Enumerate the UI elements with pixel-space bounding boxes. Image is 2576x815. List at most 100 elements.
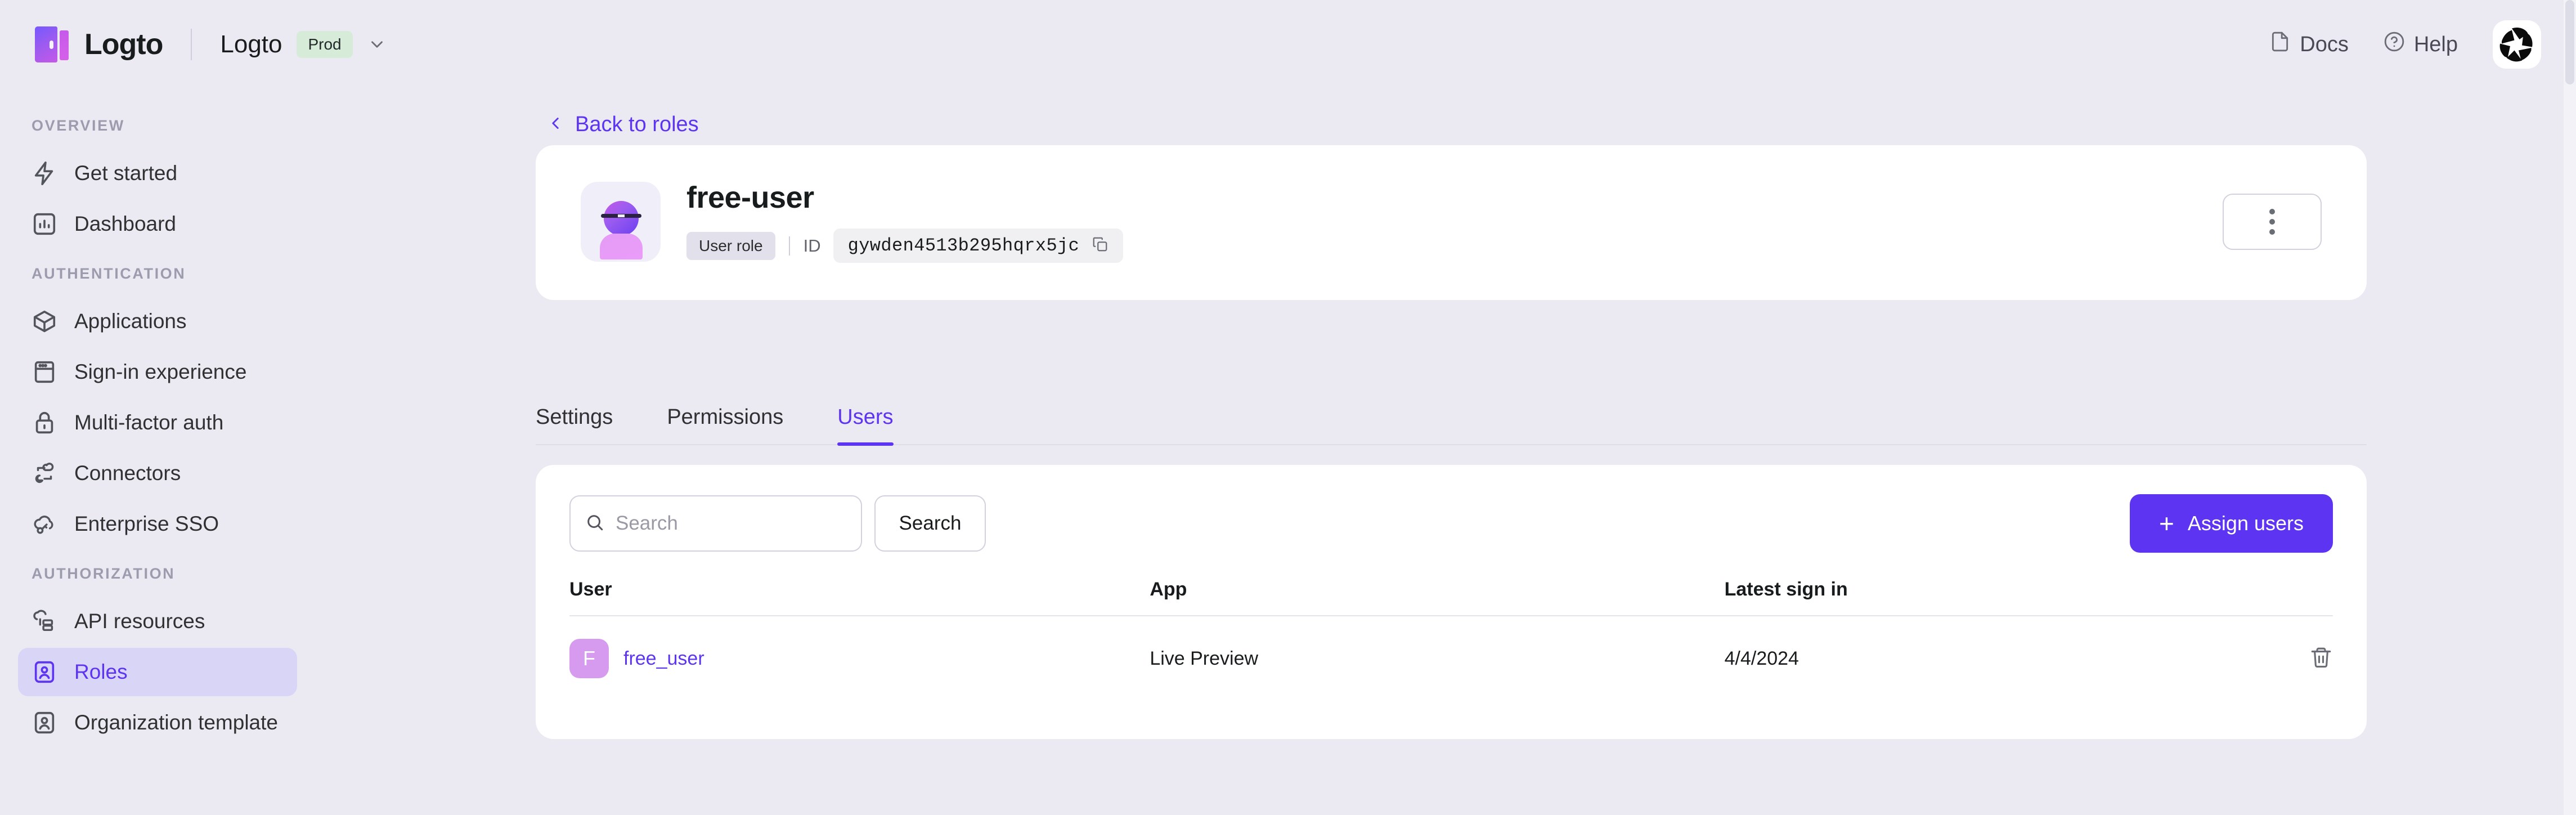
sidebar-item-enterprise-sso[interactable]: Enterprise SSO bbox=[18, 500, 297, 548]
sidebar-item-api-resources[interactable]: API resources bbox=[18, 597, 297, 646]
chevron-left-icon bbox=[546, 114, 565, 136]
aperture-icon bbox=[2497, 24, 2537, 65]
sidebar-item-organization-template[interactable]: Organization template bbox=[18, 698, 297, 747]
user-cell: F free_user bbox=[569, 639, 1150, 678]
sidebar-item-label: Get started bbox=[74, 162, 177, 185]
main-content: Back to roles free-user User role ID gyw… bbox=[315, 89, 2576, 815]
sidebar-item-label: Applications bbox=[74, 310, 187, 333]
assign-users-label: Assign users bbox=[2188, 512, 2304, 535]
tenant-selector[interactable]: Logto Prod bbox=[220, 30, 386, 59]
connectors-icon bbox=[32, 460, 57, 486]
sidebar-section-overview: OVERVIEW bbox=[0, 102, 315, 147]
tab-settings[interactable]: Settings bbox=[536, 400, 613, 444]
org-template-icon bbox=[32, 710, 57, 736]
table-header-row: User App Latest sign in bbox=[569, 579, 2333, 616]
cell-latest-sign-in: 4/4/2024 bbox=[1725, 616, 2232, 678]
dot bbox=[2269, 229, 2275, 235]
trash-icon bbox=[2309, 646, 2333, 671]
tenant-name: Logto bbox=[220, 30, 282, 59]
page-title: free-user bbox=[686, 180, 1123, 215]
user-avatar[interactable] bbox=[2493, 20, 2541, 69]
sidebar-item-label: Connectors bbox=[74, 462, 181, 485]
column-header-app: App bbox=[1150, 579, 1724, 616]
table-head: User App Latest sign in bbox=[569, 579, 2333, 616]
app-root: Logto Logto Prod Docs Help bbox=[0, 0, 2576, 815]
help-circle-icon bbox=[2384, 31, 2405, 58]
env-tag: Prod bbox=[297, 31, 352, 58]
cell-user: F free_user bbox=[569, 616, 1150, 678]
brand-name: Logto bbox=[84, 28, 163, 61]
meta-divider bbox=[789, 236, 790, 256]
sidebar-item-label: Multi-factor auth bbox=[74, 411, 223, 435]
table-row[interactable]: F free_user Live Preview 4/4/2024 bbox=[569, 616, 2333, 678]
more-actions-button[interactable] bbox=[2223, 194, 2322, 250]
bolt-icon bbox=[32, 160, 57, 186]
sidebar-item-multi-factor-auth[interactable]: Multi-factor auth bbox=[18, 398, 297, 447]
cube-icon bbox=[32, 308, 57, 334]
docs-link[interactable]: Docs bbox=[2269, 31, 2349, 58]
brand[interactable]: Logto bbox=[35, 25, 163, 64]
sidebar-item-label: API resources bbox=[74, 610, 205, 633]
help-link[interactable]: Help bbox=[2384, 31, 2458, 58]
sidebar-item-get-started[interactable]: Get started bbox=[18, 149, 297, 198]
window-icon bbox=[32, 359, 57, 385]
role-header-card: free-user User role ID gywden4513b295hqr… bbox=[536, 145, 2367, 300]
user-link[interactable]: free_user bbox=[623, 648, 704, 670]
back-to-roles-link[interactable]: Back to roles bbox=[315, 89, 2576, 137]
page-scrollbar[interactable] bbox=[2564, 0, 2576, 815]
copy-icon bbox=[1092, 236, 1109, 256]
sidebar-section-authentication: AUTHENTICATION bbox=[0, 250, 315, 295]
search-input[interactable] bbox=[616, 512, 846, 535]
api-resource-icon bbox=[32, 608, 57, 634]
id-label: ID bbox=[804, 236, 821, 256]
docs-label: Docs bbox=[2300, 33, 2349, 57]
table-toolbar: Search + Assign users bbox=[569, 494, 2333, 553]
sidebar-item-label: Organization template bbox=[74, 711, 278, 735]
search-box[interactable] bbox=[569, 495, 862, 552]
users-table: User App Latest sign in F free_user bbox=[569, 579, 2333, 678]
delete-row-button[interactable] bbox=[2309, 646, 2333, 671]
assign-users-button[interactable]: + Assign users bbox=[2130, 494, 2333, 553]
role-header-text: free-user User role ID gywden4513b295hqr… bbox=[686, 180, 1123, 263]
header-divider bbox=[191, 29, 192, 60]
back-link-label: Back to roles bbox=[575, 113, 699, 137]
sidebar-item-sign-in-experience[interactable]: Sign-in experience bbox=[18, 348, 297, 396]
avatar: F bbox=[569, 639, 609, 678]
chart-icon bbox=[32, 211, 57, 237]
sidebar-item-connectors[interactable]: Connectors bbox=[18, 449, 297, 498]
column-header-latest-sign-in: Latest sign in bbox=[1725, 579, 2232, 616]
column-header-user: User bbox=[569, 579, 1150, 616]
top-bar: Logto Logto Prod Docs Help bbox=[0, 0, 2576, 89]
tab-bar: Settings Permissions Users bbox=[536, 400, 2367, 445]
table-body: F free_user Live Preview 4/4/2024 bbox=[569, 616, 2333, 678]
dot bbox=[2269, 219, 2275, 225]
sidebar-item-label: Sign-in experience bbox=[74, 360, 246, 384]
sidebar-item-dashboard[interactable]: Dashboard bbox=[18, 200, 297, 248]
role-icon bbox=[32, 659, 57, 685]
plus-icon: + bbox=[2159, 511, 2174, 536]
users-table-card: Search + Assign users User App Latest si… bbox=[536, 465, 2367, 739]
lock-icon bbox=[32, 410, 57, 436]
chevron-down-icon bbox=[367, 35, 387, 54]
tab-users[interactable]: Users bbox=[837, 400, 893, 444]
role-avatar-icon bbox=[581, 182, 661, 262]
role-id-value: gywden4513b295hqrx5jc bbox=[848, 235, 1080, 256]
sidebar-item-label: Enterprise SSO bbox=[74, 512, 219, 536]
cloud-key-icon bbox=[32, 511, 57, 537]
document-icon bbox=[2269, 31, 2291, 58]
column-header-actions bbox=[2232, 579, 2333, 616]
cell-app: Live Preview bbox=[1150, 616, 1724, 678]
sidebar-item-roles[interactable]: Roles bbox=[18, 648, 297, 696]
search-button[interactable]: Search bbox=[874, 495, 986, 552]
sidebar-item-label: Dashboard bbox=[74, 212, 176, 236]
tab-permissions[interactable]: Permissions bbox=[667, 400, 783, 444]
logto-logo-icon bbox=[35, 25, 70, 64]
sidebar-item-applications[interactable]: Applications bbox=[18, 297, 297, 346]
top-bar-right: Docs Help bbox=[2269, 20, 2541, 69]
role-id-copy[interactable]: gywden4513b295hqrx5jc bbox=[833, 229, 1124, 263]
sidebar-section-authorization: AUTHORIZATION bbox=[0, 550, 315, 595]
dot bbox=[2269, 209, 2275, 214]
search-icon bbox=[585, 513, 604, 535]
cell-actions bbox=[2232, 616, 2333, 678]
scrollbar-thumb[interactable] bbox=[2565, 0, 2574, 84]
